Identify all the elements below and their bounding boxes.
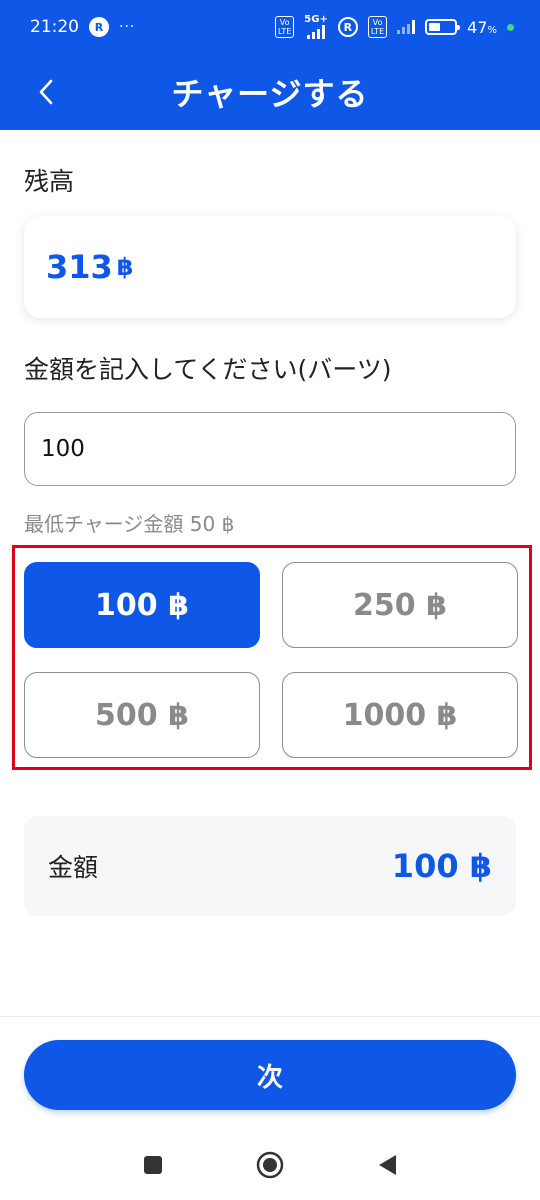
minimum-amount-note: 最低チャージ金額 50 ฿ bbox=[24, 512, 235, 536]
chevron-left-icon bbox=[39, 79, 53, 105]
more-notifications-icon: ··· bbox=[119, 19, 136, 35]
circle-home-icon bbox=[256, 1151, 284, 1179]
amount-input[interactable] bbox=[24, 412, 516, 486]
signal-icon bbox=[307, 25, 326, 39]
volte-icon-2: Vo LTE bbox=[367, 16, 388, 38]
balance-label: 残高 bbox=[24, 167, 75, 196]
preset-250-button[interactable]: 250 ฿ bbox=[282, 562, 518, 648]
battery-percent: 47% bbox=[467, 17, 497, 37]
network-type: 5G+ bbox=[304, 14, 328, 25]
bottom-divider bbox=[0, 1016, 540, 1017]
back-nav-button[interactable] bbox=[372, 1150, 402, 1180]
back-button[interactable] bbox=[26, 72, 66, 112]
app-header: チャージする bbox=[0, 54, 540, 130]
network-indicator: 5G+ bbox=[304, 15, 328, 39]
preset-1000-button[interactable]: 1000 ฿ bbox=[282, 672, 518, 758]
total-label: 金額 bbox=[48, 853, 99, 882]
total-card: 金額 100 ฿ bbox=[24, 816, 516, 916]
next-button[interactable]: 次 bbox=[24, 1040, 516, 1110]
privacy-dot-icon bbox=[507, 23, 514, 31]
recents-button[interactable] bbox=[138, 1150, 168, 1180]
status-bar: 21:20 R ··· Vo LTE 5G+ R Vo LTE 47% bbox=[0, 0, 540, 54]
system-nav-bar bbox=[0, 1130, 540, 1200]
home-button[interactable] bbox=[255, 1150, 285, 1180]
preset-100-button[interactable]: 100 ฿ bbox=[24, 562, 260, 648]
status-left: 21:20 R ··· bbox=[30, 17, 135, 37]
amount-label: 金額を記入してください(バーツ) bbox=[24, 355, 392, 384]
total-value: 100 ฿ bbox=[391, 847, 492, 885]
triangle-back-icon bbox=[379, 1155, 396, 1175]
status-right: Vo LTE 5G+ R Vo LTE 47% bbox=[274, 15, 514, 39]
balance-card: 313 ฿ bbox=[24, 216, 516, 318]
preset-500-button[interactable]: 500 ฿ bbox=[24, 672, 260, 758]
battery-icon bbox=[425, 19, 461, 35]
roaming-icon: R bbox=[337, 17, 358, 37]
signal-icon-2 bbox=[397, 20, 416, 34]
volte-icon: Vo LTE bbox=[274, 16, 295, 38]
notification-badge-icon: R bbox=[89, 17, 109, 37]
status-time: 21:20 bbox=[30, 17, 79, 37]
square-icon bbox=[144, 1156, 162, 1174]
baht-symbol: ฿ bbox=[116, 253, 134, 281]
page-title: チャージする bbox=[171, 75, 369, 113]
balance-value: 313 bbox=[46, 248, 113, 286]
